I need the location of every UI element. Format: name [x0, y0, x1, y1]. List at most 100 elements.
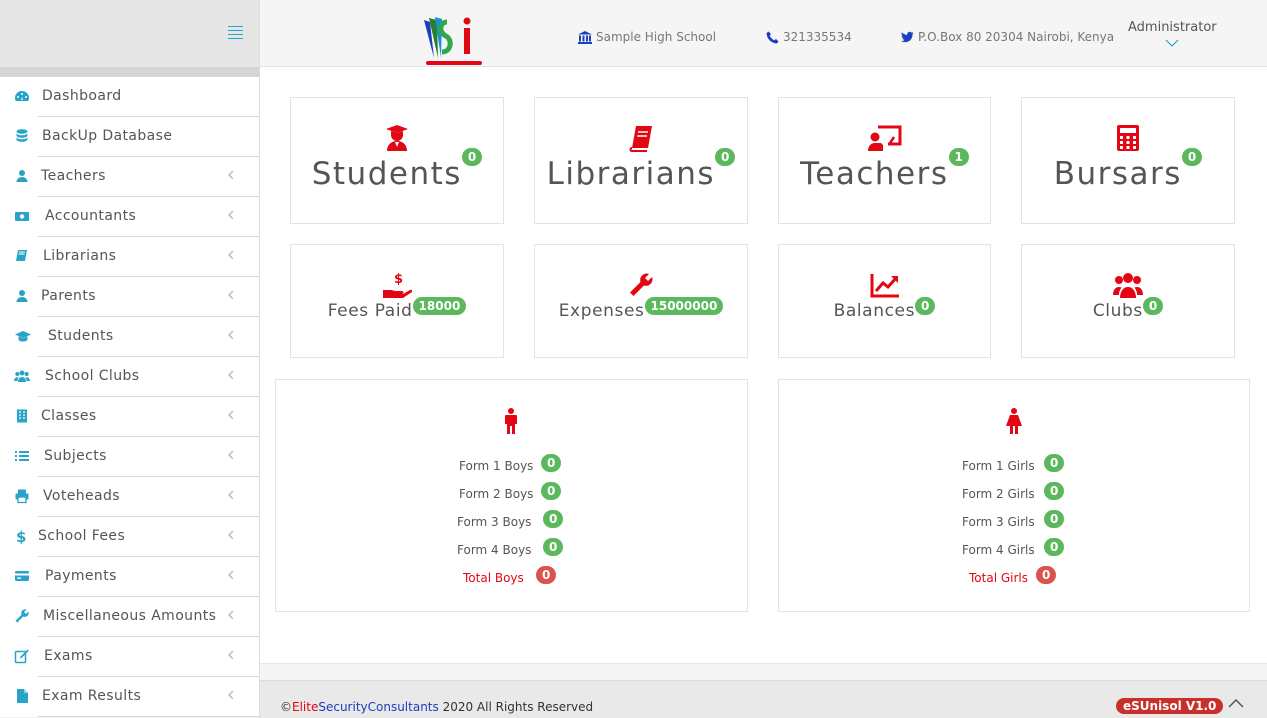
sidebar-item-parents[interactable]: Parents — [0, 277, 259, 317]
sidebar-item-backup-database[interactable]: BackUp Database — [0, 117, 259, 157]
count-badge: 0 — [1044, 538, 1065, 556]
credit-card-icon — [15, 571, 29, 581]
sidebar-item-label: Students — [48, 328, 114, 344]
stat-card-students[interactable]: Students 0 — [290, 97, 504, 224]
sidebar-item-voteheads[interactable]: Voteheads — [0, 477, 259, 517]
stat-label: Expenses — [558, 301, 645, 321]
sidebar: Dashboard BackUp Database Teachers Accou… — [0, 0, 260, 718]
sidebar-item-label: Teachers — [41, 168, 106, 184]
chalkboard-teacher-icon — [867, 125, 901, 151]
graduation-cap-icon — [15, 331, 31, 342]
edit-icon — [14, 649, 29, 664]
sidebar-item-school-fees[interactable]: $ School Fees — [0, 517, 259, 557]
sidebar-item-label: Classes — [41, 408, 97, 424]
database-icon — [16, 129, 28, 142]
footer-divider — [260, 663, 1267, 680]
sidebar-item-librarians[interactable]: Librarians — [0, 237, 259, 277]
sidebar-item-label: Parents — [41, 288, 96, 304]
row-label: Form 4 Boys — [457, 543, 532, 557]
sidebar-item-label: BackUp Database — [42, 128, 173, 144]
stat-label: Students — [311, 156, 462, 192]
count-badge: 0 — [915, 297, 936, 315]
copyright-symbol: © — [280, 700, 292, 714]
chevron-left-icon — [228, 210, 234, 220]
row-label: Form 2 Girls — [962, 487, 1035, 501]
row-label: Form 1 Boys — [459, 459, 534, 473]
wrench-icon — [15, 609, 29, 623]
brand-elite[interactable]: Elite — [292, 700, 318, 714]
sidebar-item-school-clubs[interactable]: School Clubs — [0, 357, 259, 397]
sidebar-item-dashboard[interactable]: Dashboard — [0, 77, 259, 117]
chevron-left-icon — [228, 610, 234, 620]
user-name: Administrator — [1128, 20, 1217, 35]
phone-text: 321335534 — [783, 30, 852, 44]
count-badge: 0 — [1142, 297, 1164, 315]
school-address: P.O.Box 80 20304 Nairobi, Kenya — [901, 30, 1114, 44]
svg-text:$: $ — [394, 272, 403, 287]
user-menu[interactable]: Administrator — [1128, 20, 1217, 47]
sidebar-item-label: Librarians — [43, 248, 117, 264]
chevron-left-icon — [228, 170, 234, 180]
girls-row-form1: Form 1 Girls — [962, 459, 1035, 473]
count-badge: 0 — [541, 482, 562, 500]
girls-row-form3: Form 3 Girls — [962, 515, 1035, 529]
sidebar-item-students[interactable]: Students — [0, 317, 259, 357]
boys-row-form2: Form 2 Boys — [459, 487, 533, 501]
boys-panel: Form 1 Boys 0 Form 2 Boys 0 Form 3 Boys … — [275, 379, 748, 612]
building-icon — [17, 409, 27, 423]
footer: ©EliteSecurityConsultants 2020 All Right… — [260, 680, 1267, 718]
book-icon — [629, 126, 652, 152]
scroll-to-top-icon[interactable] — [1228, 698, 1244, 708]
boys-row-form4: Form 4 Boys — [457, 543, 531, 557]
boys-row-form1: Form 1 Boys — [459, 459, 533, 473]
stat-card-teachers[interactable]: Teachers 1 — [778, 97, 991, 224]
chevron-left-icon — [228, 410, 234, 420]
stat-card-clubs[interactable]: Clubs 0 — [1021, 244, 1235, 358]
sidebar-item-label: Exam Results — [42, 688, 142, 704]
total-badge: 0 — [1036, 566, 1057, 584]
boys-total-row: Total Boys — [463, 571, 524, 585]
chevron-left-icon — [228, 290, 234, 300]
count-badge: 1 — [948, 148, 969, 166]
count-badge: 18000 — [412, 297, 467, 315]
count-badge: 0 — [1044, 482, 1065, 500]
sidebar-item-subjects[interactable]: Subjects — [0, 437, 259, 477]
sidebar-item-label: Dashboard — [42, 88, 122, 104]
stat-card-expenses[interactable]: Expenses 15000000 — [534, 244, 748, 358]
sidebar-item-miscellaneous-amounts[interactable]: Miscellaneous Amounts — [0, 597, 259, 637]
svg-text:$: $ — [16, 528, 26, 544]
stat-card-bursars[interactable]: Bursars 0 — [1021, 97, 1235, 224]
count-badge: 15000000 — [644, 297, 724, 315]
sidebar-item-payments[interactable]: Payments — [0, 557, 259, 597]
stat-label: Balances — [833, 301, 916, 321]
girls-row-form2: Form 2 Girls — [962, 487, 1035, 501]
count-badge: 0 — [1044, 454, 1065, 472]
girls-panel: Form 1 Girls 0 Form 2 Girls 0 Form 3 Gir… — [778, 379, 1250, 612]
stat-card-librarians[interactable]: Librarians 0 — [534, 97, 748, 224]
sidebar-item-accountants[interactable]: Accountants — [0, 197, 259, 237]
menu-toggle-icon[interactable] — [228, 26, 243, 39]
sidebar-item-teachers[interactable]: Teachers — [0, 157, 259, 197]
file-icon — [17, 689, 28, 703]
school-phone: 321335534 — [766, 30, 852, 44]
sidebar-item-exam-results[interactable]: Exam Results — [0, 677, 259, 717]
wrench-icon — [630, 273, 653, 296]
sidebar-item-label: Miscellaneous Amounts — [43, 608, 217, 624]
book-icon — [16, 250, 27, 261]
chevron-left-icon — [228, 570, 234, 580]
row-label: Form 1 Girls — [962, 459, 1035, 473]
stat-card-fees-paid[interactable]: $ Fees Paid 18000 — [290, 244, 504, 358]
school-name-text: Sample High School — [596, 30, 717, 44]
chevron-left-icon — [228, 690, 234, 700]
count-badge: 0 — [543, 538, 564, 556]
copyright-rest: 2020 All Rights Reserved — [438, 700, 594, 714]
boys-row-form3: Form 3 Boys — [457, 515, 531, 529]
total-badge: 0 — [536, 566, 557, 584]
stat-card-balances[interactable]: Balances 0 — [778, 244, 991, 358]
sidebar-item-exams[interactable]: Exams — [0, 637, 259, 677]
row-label: Form 3 Boys — [457, 515, 532, 529]
sidebar-item-classes[interactable]: Classes — [0, 397, 259, 437]
sidebar-item-label: School Fees — [38, 528, 126, 544]
address-text: P.O.Box 80 20304 Nairobi, Kenya — [918, 30, 1115, 44]
brand-security-consultants[interactable]: SecurityConsultants — [318, 700, 438, 714]
